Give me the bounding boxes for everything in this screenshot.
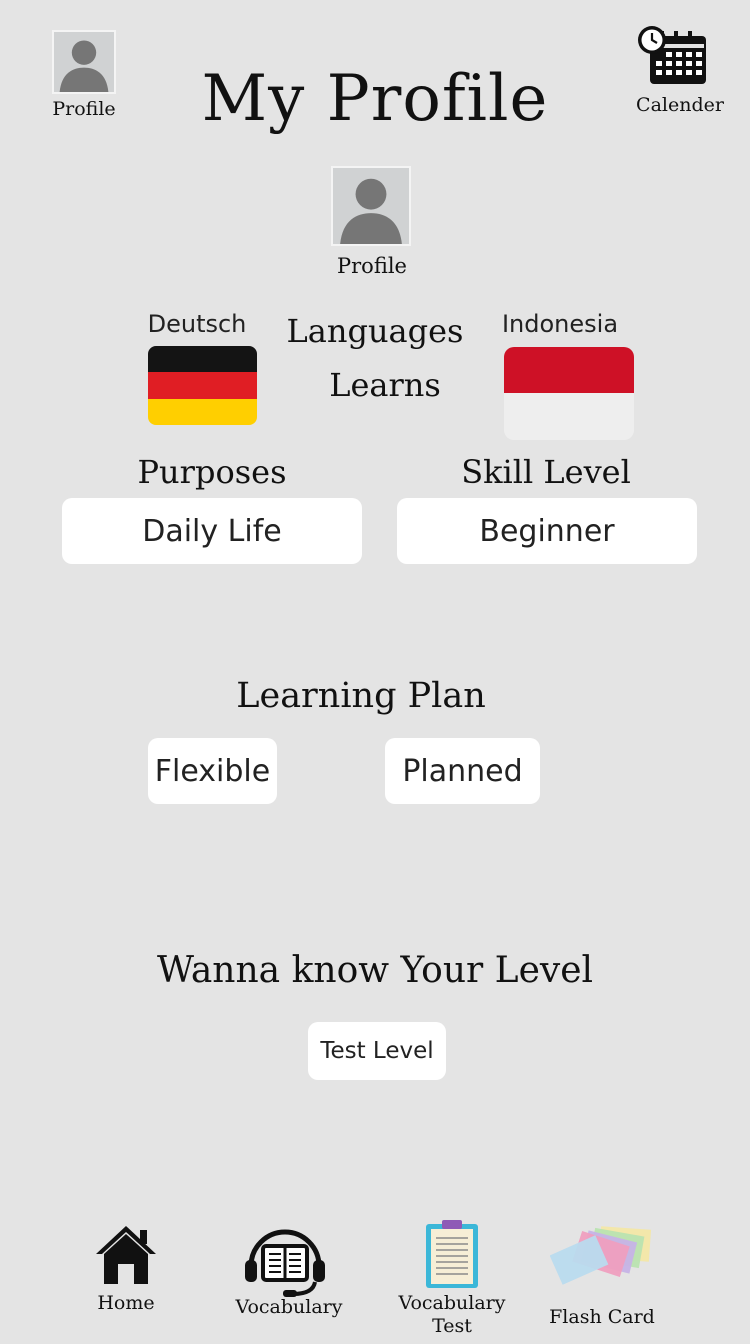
header-avatar-icon <box>52 30 116 94</box>
home-icon <box>94 1222 158 1286</box>
level-test-prompt: Wanna know Your Level <box>156 950 594 991</box>
calendar-label: Calender <box>636 94 724 116</box>
plan-planned-label: Planned <box>402 753 523 789</box>
native-language-name: Deutsch <box>147 310 247 338</box>
nav-vocabulary-test[interactable]: Vocabulary Test <box>392 1218 512 1338</box>
purposes-select[interactable]: Daily Life <box>62 498 362 564</box>
nav-home[interactable]: Home <box>76 1222 176 1322</box>
test-level-button[interactable]: Test Level <box>308 1022 446 1080</box>
plan-flexible-button[interactable]: Flexible <box>148 738 277 804</box>
plan-planned-button[interactable]: Planned <box>385 738 540 804</box>
learning-language-name: Indonesia <box>501 310 619 338</box>
nav-flash-card-label: Flash Card <box>549 1306 655 1328</box>
nav-home-label: Home <box>97 1292 155 1314</box>
page-title: My Profile <box>201 62 549 136</box>
headset-book-icon <box>243 1226 327 1298</box>
learning-plan-label: Learning Plan <box>236 676 486 716</box>
profile-avatar-icon <box>331 166 411 246</box>
calendar-button[interactable]: Calender <box>632 24 728 119</box>
profile-label: Profile <box>337 254 407 278</box>
skill-level-value: Beginner <box>479 513 615 549</box>
nav-vocabulary-label: Vocabulary <box>235 1296 343 1318</box>
flash-cards-icon <box>549 1222 654 1286</box>
clipboard-icon <box>424 1218 480 1290</box>
header-profile-button[interactable]: Profile <box>50 30 118 125</box>
languages-heading: Languages <box>286 312 464 350</box>
calendar-icon <box>636 24 708 86</box>
indonesia-flag[interactable] <box>504 347 634 440</box>
test-level-label: Test Level <box>320 1038 434 1064</box>
nav-flash-card[interactable]: Flash Card <box>544 1222 660 1332</box>
header-profile-label: Profile <box>52 98 116 120</box>
purposes-label: Purposes <box>137 453 287 491</box>
purposes-value: Daily Life <box>142 513 282 549</box>
learns-heading: Learns <box>329 366 441 404</box>
nav-vocabulary[interactable]: Vocabulary <box>229 1226 349 1326</box>
skill-level-select[interactable]: Beginner <box>397 498 697 564</box>
plan-flexible-label: Flexible <box>154 753 271 789</box>
skill-level-label: Skill Level <box>461 453 631 491</box>
germany-flag[interactable] <box>148 346 257 425</box>
nav-vocabulary-test-label: Vocabulary Test <box>398 1292 506 1337</box>
profile-avatar-button[interactable]: Profile <box>331 166 413 286</box>
